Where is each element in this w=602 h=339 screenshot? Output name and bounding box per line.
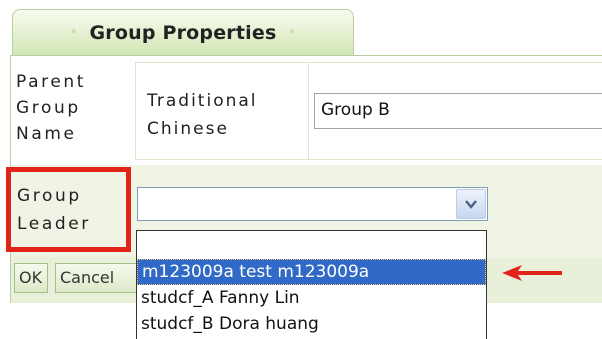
option-blank[interactable]	[137, 231, 486, 259]
chevron-down-icon[interactable]	[456, 189, 486, 219]
tab-bullet-icon: •	[69, 25, 78, 40]
cell-divider	[308, 62, 309, 160]
label-line: Group	[16, 98, 81, 118]
tab-bullet-icon: •	[288, 25, 297, 40]
option-studcf-a-fanny-lin[interactable]: studcf_A Fanny Lin	[137, 285, 486, 311]
parent-group-name-row: Parent Group Name Traditional Chinese Gr…	[11, 56, 602, 166]
tab-group-properties[interactable]: • Group Properties •	[12, 9, 354, 55]
cancel-button[interactable]: Cancel	[55, 263, 145, 293]
arrow-left-icon	[502, 265, 562, 281]
parent-group-name-label: Parent Group Name	[16, 69, 86, 147]
label-line: Traditional	[147, 91, 258, 111]
option-m123009a-test[interactable]: m123009a test m123009a	[137, 259, 486, 285]
label-line: Chinese	[147, 119, 229, 139]
ok-button[interactable]: OK	[14, 263, 48, 293]
annotation-highlight-box	[6, 167, 131, 252]
tab-title: Group Properties	[89, 21, 277, 44]
group-leader-select[interactable]	[137, 187, 488, 221]
option-studcf-b-dora-huang[interactable]: studcf_B Dora huang	[137, 311, 486, 337]
group-name-input[interactable]: Group B	[314, 93, 602, 129]
label-line: Name	[16, 124, 77, 144]
traditional-chinese-label: Traditional Chinese	[147, 87, 258, 143]
group-leader-options-list[interactable]: m123009a test m123009a studcf_A Fanny Li…	[136, 230, 487, 339]
label-line: Parent	[16, 72, 87, 92]
